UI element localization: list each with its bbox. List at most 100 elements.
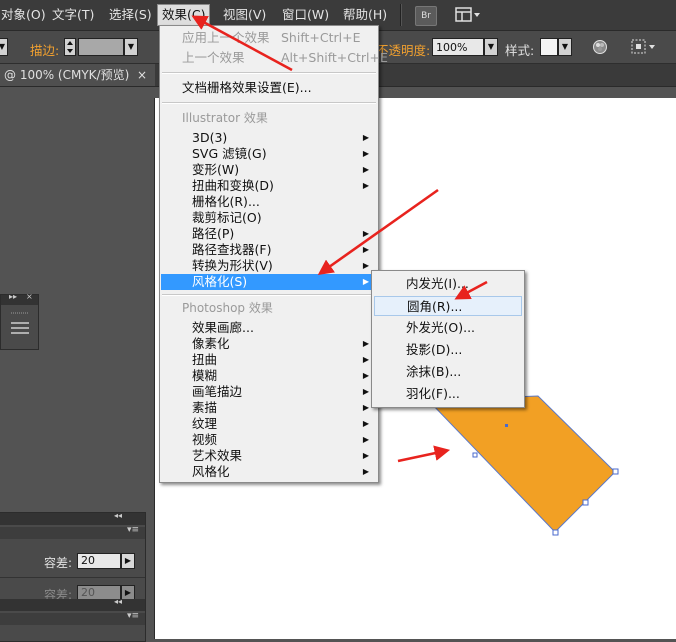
menu-item-label: 3D(3) <box>192 130 228 145</box>
panel-header[interactable]: ◂◂ <box>0 597 145 611</box>
stroke-weight-field[interactable] <box>78 38 124 56</box>
shortcut-label: Shift+Ctrl+E <box>281 30 361 45</box>
submenu-arrow-icon: ▶ <box>362 165 369 174</box>
menu-item-distort-transform[interactable]: 扭曲和变换(D) ▶ <box>161 178 377 194</box>
menu-item-stylize[interactable]: 风格化(S) ▶ <box>161 274 377 290</box>
submenu-arrow-icon: ▶ <box>362 403 369 412</box>
menu-item-label: 效果画廊... <box>192 320 254 335</box>
chevron-down-icon[interactable]: ▼ <box>0 38 8 56</box>
menu-item-sketch[interactable]: 素描 ▶ <box>161 400 377 416</box>
menu-item-label: 涂抹(B)... <box>406 364 462 379</box>
submenu-arrow-icon: ▶ <box>362 133 369 142</box>
chevron-down-icon[interactable]: ▼ <box>124 38 138 56</box>
submenu-arrow-icon: ▶ <box>362 467 369 476</box>
submenu-item-round-corners[interactable]: 圆角(R)... <box>374 296 522 316</box>
menu-type[interactable]: 文字(T) <box>48 6 98 24</box>
menu-item-raster-settings[interactable]: 文档栅格效果设置(E)... <box>161 80 377 96</box>
opacity-field[interactable]: 100% <box>432 38 484 56</box>
divider <box>0 577 145 578</box>
submenu-item-inner-glow[interactable]: 内发光(I)... <box>374 274 522 294</box>
menu-item-warp[interactable]: 变形(W) ▶ <box>161 162 377 178</box>
document-tab-title: @ 100% (CMYK/预览) <box>4 68 130 82</box>
chevron-right-icon[interactable]: ▶ <box>121 553 135 569</box>
menu-item-convert-to-shape[interactable]: 转换为形状(V) ▶ <box>161 258 377 274</box>
bridge-button[interactable]: Br <box>415 6 437 26</box>
submenu-item-feather[interactable]: 羽化(F)... <box>374 384 522 404</box>
submenu-arrow-icon: ▶ <box>362 181 369 190</box>
submenu-arrow-icon: ▶ <box>362 339 369 348</box>
document-tab[interactable]: @ 100% (CMYK/预览) × <box>0 64 155 86</box>
submenu-arrow-icon: ▶ <box>362 245 369 254</box>
submenu-item-drop-shadow[interactable]: 投影(D)... <box>374 340 522 360</box>
menu-item-blur[interactable]: 模糊 ▶ <box>161 368 377 384</box>
menu-item-effect-gallery[interactable]: 效果画廊... <box>161 320 377 336</box>
menu-item-label: 艺术效果 <box>192 448 243 463</box>
submenu-arrow-icon: ▶ <box>362 435 369 444</box>
menu-object[interactable]: 对象(O) <box>0 6 50 24</box>
menu-window[interactable]: 窗口(W) <box>278 6 333 24</box>
menu-item-texture[interactable]: 纹理 ▶ <box>161 416 377 432</box>
panel-header[interactable]: ▸▸ × <box>1 292 38 305</box>
menu-item-label: 风格化 <box>192 464 230 479</box>
panel-menu-bar: ▾≡ <box>0 525 145 539</box>
menu-item-label: 应用上一个效果 <box>182 30 270 45</box>
collapse-icon[interactable]: ◂◂ <box>114 597 122 606</box>
panel-menu-icon[interactable]: ▾≡ <box>127 525 139 535</box>
align-options-icon[interactable] <box>630 38 658 59</box>
menu-item-apply-last-effect: 应用上一个效果 Shift+Ctrl+E <box>161 30 377 46</box>
submenu-item-scribble[interactable]: 涂抹(B)... <box>374 362 522 382</box>
menu-separator <box>162 102 376 104</box>
panel-menu-icon[interactable]: ▾≡ <box>127 611 139 621</box>
tolerance-field[interactable]: 20 <box>77 553 121 569</box>
chevron-down-icon[interactable]: ▼ <box>484 38 498 56</box>
menu-item-label: 外发光(O)... <box>406 320 476 335</box>
menu-item-pathfinder[interactable]: 路径查找器(F) ▶ <box>161 242 377 258</box>
effect-menu: 应用上一个效果 Shift+Ctrl+E 上一个效果 Alt+Shift+Ctr… <box>159 25 388 483</box>
collapse-icon[interactable]: ◂◂ <box>114 511 122 520</box>
menu-item-distort[interactable]: 扭曲 ▶ <box>161 352 377 368</box>
section-title-illustrator: Illustrator 效果 <box>182 111 268 125</box>
close-icon[interactable]: × <box>137 64 147 86</box>
menu-item-crop-marks[interactable]: 裁剪标记(O) <box>161 210 377 226</box>
menu-item-brush-strokes[interactable]: 画笔描边 ▶ <box>161 384 377 400</box>
submenu-item-outer-glow[interactable]: 外发光(O)... <box>374 318 522 338</box>
menu-item-stylize-photoshop[interactable]: 风格化 ▶ <box>161 464 377 480</box>
menu-item-label: 纹理 <box>192 416 218 431</box>
artboard-edge <box>154 98 155 639</box>
close-icon[interactable]: × <box>26 292 33 301</box>
panel-header[interactable]: ◂◂ <box>0 511 145 525</box>
menu-item-artistic[interactable]: 艺术效果 ▶ <box>161 448 377 464</box>
menu-item-label: 视频 <box>192 432 218 447</box>
menu-item-rasterize[interactable]: 栅格化(R)... <box>161 194 377 210</box>
menu-effect[interactable]: 效果(C) <box>157 4 211 26</box>
menu-item-label: 路径查找器(F) <box>192 242 272 257</box>
panel-grip-icon[interactable] <box>10 311 30 340</box>
stroke-weight-stepper[interactable] <box>64 38 76 56</box>
menu-item-label: SVG 滤镜(G) <box>192 146 267 161</box>
submenu-arrow-icon: ▶ <box>362 419 369 428</box>
style-swatch[interactable] <box>540 38 558 56</box>
menu-item-pixelate[interactable]: 像素化 ▶ <box>161 336 377 352</box>
workspace-switcher-icon[interactable] <box>455 6 481 24</box>
style-label: 样式: <box>505 43 535 58</box>
menu-item-label: 变形(W) <box>192 162 240 177</box>
menu-item-video[interactable]: 视频 ▶ <box>161 432 377 448</box>
chevron-down-icon[interactable]: ▼ <box>558 38 572 56</box>
submenu-arrow-icon: ▶ <box>362 355 369 364</box>
menu-item-label: 素描 <box>192 400 218 415</box>
menu-help[interactable]: 帮助(H) <box>339 6 391 24</box>
submenu-arrow-icon: ▶ <box>362 277 369 286</box>
menu-item-label: 扭曲和变换(D) <box>192 178 274 193</box>
recolor-icon[interactable] <box>592 39 608 58</box>
menu-view[interactable]: 视图(V) <box>219 6 270 24</box>
menu-item-label: 投影(D)... <box>406 342 463 357</box>
submenu-arrow-icon: ▶ <box>362 451 369 460</box>
tolerance-label: 容差: <box>44 556 73 570</box>
menu-item-path[interactable]: 路径(P) ▶ <box>161 226 377 242</box>
menu-item-label: 转换为形状(V) <box>192 258 273 273</box>
menu-item-label: 内发光(I)... <box>406 276 469 291</box>
menu-item-svg-filters[interactable]: SVG 滤镜(G) ▶ <box>161 146 377 162</box>
menu-item-3d[interactable]: 3D(3) ▶ <box>161 130 377 146</box>
menu-select[interactable]: 选择(S) <box>105 6 156 24</box>
collapse-icon[interactable]: ▸▸ <box>9 292 17 301</box>
